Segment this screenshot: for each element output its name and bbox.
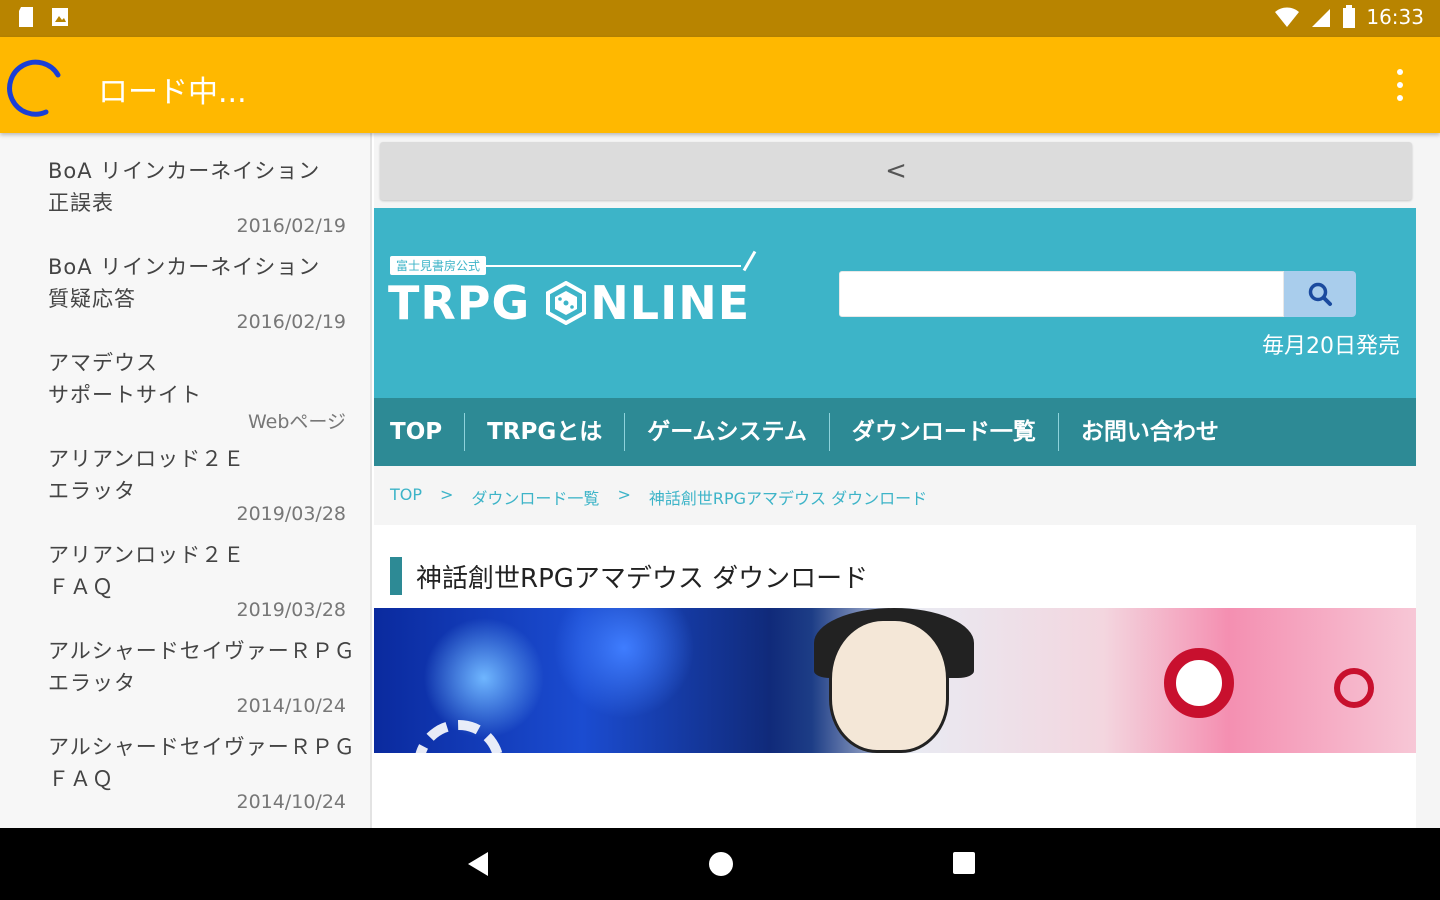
back-triangle-icon[interactable] [466, 850, 490, 878]
red-circle-decoration [1164, 648, 1234, 718]
breadcrumb-separator: > [617, 485, 631, 504]
sd-card-icon [19, 7, 33, 27]
site-nav: TOP TRPGとは ゲームシステム ダウンロード一覧 お問い合わせ [374, 398, 1416, 466]
list-item[interactable]: BoA リインカーネイション 質疑応答 2016/02/19 [0, 229, 370, 333]
loading-spinner-icon [7, 59, 61, 117]
signal-icon [1312, 9, 1331, 27]
list-item-title: アリアンロッド２Ｅ [48, 543, 246, 567]
character-face [829, 618, 949, 753]
site-header: 富士見書房公式 TRPG NLINE 毎月20日発売 [374, 208, 1416, 398]
nav-item-downloads[interactable]: ダウンロード一覧 [830, 413, 1059, 451]
dice-icon [546, 281, 587, 325]
app-bar: ロード中... [0, 37, 1440, 133]
nav-item-game-system[interactable]: ゲームシステム [625, 413, 830, 451]
sidebar-list: BoA リインカーネイション 正誤表 2016/02/19 BoA リインカーネ… [0, 133, 372, 828]
site-search-input[interactable] [839, 271, 1284, 317]
site-logo[interactable]: TRPG NLINE [388, 276, 750, 330]
overflow-dot-icon [1397, 95, 1403, 101]
nav-item-about-trpg[interactable]: TRPGとは [465, 413, 626, 451]
list-item-title: アリアンロッド２Ｅ [48, 447, 246, 471]
list-item[interactable]: アリアンロッド２Ｅ エラッタ 2019/03/28 [0, 421, 370, 525]
nav-item-top[interactable]: TOP [374, 413, 466, 451]
breadcrumb: TOP > ダウンロード一覧 > 神話創世RPGアマデウス ダウンロード [390, 485, 927, 509]
status-time: 16:33 [1366, 5, 1424, 29]
list-item-title: BoA リインカーネイション [48, 159, 321, 183]
logo-tag: 富士見書房公式 [390, 256, 487, 275]
app-title: ロード中... [98, 75, 247, 110]
breadcrumb-top-link[interactable]: TOP [390, 485, 422, 509]
logo-slash [742, 250, 757, 272]
red-circle-decoration [1334, 668, 1374, 708]
back-button[interactable]: < [380, 142, 1412, 200]
list-item-title: BoA リインカーネイション [48, 255, 321, 279]
list-item[interactable]: アルシャードセイヴァーＲＰＧ エラッタ 2014/10/24 [0, 613, 370, 717]
logo-line [486, 265, 741, 267]
logo-text-left: TRPG [388, 276, 531, 330]
overflow-menu-button[interactable] [1388, 67, 1412, 103]
list-item[interactable]: アマデウス サポートサイト Webページ [0, 325, 370, 433]
list-item-title: アルシャードセイヴァーＲＰＧ [48, 735, 356, 759]
breadcrumb-current: 神話創世RPGアマデウス ダウンロード [648, 489, 928, 508]
image-icon [52, 8, 68, 26]
search-icon [1308, 282, 1332, 306]
home-circle-icon[interactable] [707, 850, 735, 878]
hero-banner-image [374, 608, 1416, 753]
overflow-dot-icon [1397, 82, 1403, 88]
list-item-title: アマデウス [48, 351, 158, 375]
page-title: 神話創世RPGアマデウス ダウンロード [416, 563, 869, 594]
wifi-icon [1275, 7, 1300, 27]
system-nav-bar [0, 828, 1440, 900]
list-item[interactable]: アルシャードセイヴァーＲＰＧ ＦＡＱ 2014/10/24 [0, 709, 370, 813]
battery-icon [1343, 5, 1356, 28]
list-item-title: アルシャードセイヴァーＲＰＧ [48, 639, 356, 663]
status-bar: 16:33 [0, 0, 1440, 37]
logo-text-right: NLINE [590, 276, 751, 330]
gear-decoration [414, 720, 504, 753]
list-item-date: 2014/10/24 [236, 791, 346, 813]
site-search-button[interactable] [1284, 271, 1356, 317]
list-item[interactable]: BoA リインカーネイション 正誤表 2016/02/19 [0, 133, 370, 237]
release-note: 毎月20日発売 [1262, 334, 1400, 359]
page-heading: 神話創世RPGアマデウス ダウンロード [390, 557, 868, 595]
recents-square-icon[interactable] [951, 850, 977, 876]
list-item[interactable]: アリアンロッド２Ｅ ＦＡＱ 2019/03/28 [0, 517, 370, 621]
overflow-dot-icon [1397, 69, 1403, 75]
webview: < 富士見書房公式 TRPG NLINE 毎月20日発売 TOP TRPGとは … [374, 133, 1440, 828]
heading-accent-bar [390, 557, 402, 595]
article: 神話創世RPGアマデウス ダウンロード [374, 525, 1416, 828]
breadcrumb-separator: > [440, 485, 454, 504]
breadcrumb-downloads-link[interactable]: ダウンロード一覧 [471, 485, 599, 509]
nav-item-contact[interactable]: お問い合わせ [1059, 413, 1241, 451]
